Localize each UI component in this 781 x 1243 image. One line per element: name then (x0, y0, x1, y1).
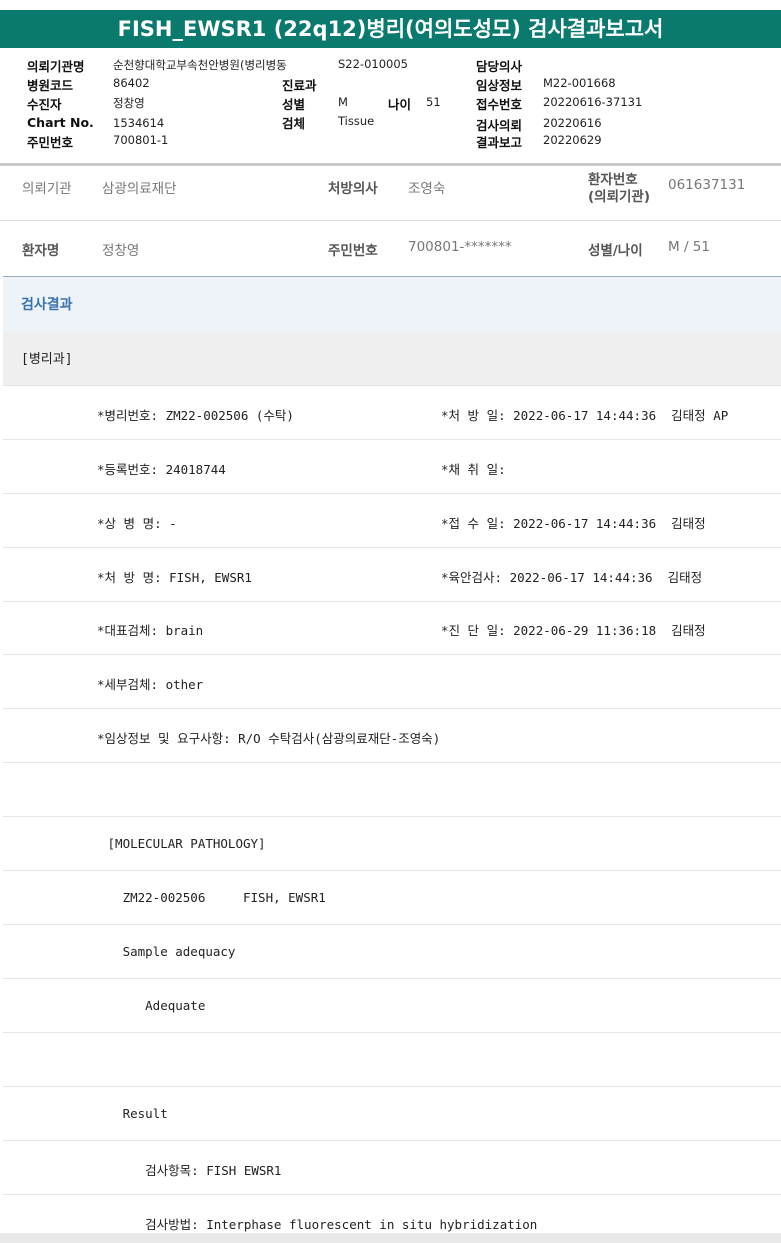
ward-value: S22-010005 (338, 57, 408, 71)
sex-value: M (338, 95, 348, 109)
result-row: *병리번호: ZM22-002506 (수탁) *처 방 일: 2022-06-… (3, 386, 781, 440)
receipt-label: 접수번호 (476, 97, 523, 112)
recipient-label: 수진자 (27, 97, 62, 112)
info-row-2: 환자명 정창영 주민번호 700801-******* 성별/나이 M / 51 (0, 221, 781, 275)
report-line: ZM22-002506 FISH, EWSR1 (3, 871, 781, 925)
info-row-1: 의뢰기관 삼광의료재단 처방의사 조영숙 환자번호 (의뢰기관) 0616371… (0, 166, 781, 221)
report-line: 검사방법: Interphase fluorescent in situ hyb… (3, 1195, 781, 1233)
result-row: *상 병 명: - *접 수 일: 2022-06-17 14:44:36 김태… (3, 494, 781, 548)
chart-value: 1534614 (113, 116, 165, 130)
result-left-text: *세부검체: other (97, 677, 204, 692)
results-section-header: 검사결과 (3, 276, 781, 331)
report-value: 20220629 (543, 133, 602, 147)
result-row: *처 방 명: FISH, EWSR1 *육안검사: 2022-06-17 14… (3, 548, 781, 602)
info-resident-value: 700801-******* (408, 239, 512, 255)
patient-no-sublabel: (의뢰기관) (588, 189, 651, 205)
result-right-text: *처 방 일: 2022-06-17 14:44:36 김태정 AP (441, 408, 729, 423)
receipt-value: 20220616-37131 (543, 95, 643, 109)
result-left-text: *임상정보 및 요구사항: R/O 수탁검사(삼광의료재단-조영숙) (97, 731, 441, 746)
result-row: *등록번호: 24018744 *채 취 일: (3, 440, 781, 494)
agency-label: 의뢰기관 (22, 181, 72, 197)
info-resident-label: 주민번호 (328, 243, 378, 259)
hospital-code-label: 병원코드 (27, 78, 74, 93)
dept-row: [병리과] (3, 331, 781, 386)
prescriber-label: 처방의사 (328, 181, 378, 197)
prescriber-value: 조영숙 (408, 181, 446, 197)
recipient-value: 정창영 (113, 96, 145, 110)
results-section-title: 검사결과 (21, 297, 73, 313)
result-left-text: *처 방 명: FISH, EWSR1 (97, 570, 252, 585)
report-line: Result (3, 1087, 781, 1141)
request-value: 20220616 (543, 116, 602, 130)
report-line-text: [MOLECULAR PATHOLOGY] (100, 836, 266, 851)
chart-label: Chart No. (27, 115, 94, 130)
report-line (3, 1033, 781, 1087)
report-line-text: 검사항목: FISH EWSR1 (100, 1163, 282, 1178)
result-left-text: *상 병 명: - (97, 516, 177, 531)
result-left-text: *등록번호: 24018744 (97, 462, 226, 477)
dept-label: 진료과 (282, 78, 317, 93)
report-line: Sample adequacy (3, 925, 781, 979)
report-line: [MOLECULAR PATHOLOGY] (3, 817, 781, 871)
report-line-text: 검사방법: Interphase fluorescent in situ hyb… (100, 1217, 538, 1232)
org-label: 의뢰기관명 (27, 59, 85, 74)
patient-name-value: 정창영 (102, 243, 140, 259)
horizontal-scrollbar[interactable] (0, 1233, 781, 1243)
report-line: 검사항목: FISH EWSR1 (3, 1141, 781, 1195)
report-label: 결과보고 (476, 135, 523, 150)
agency-value: 삼광의료재단 (102, 181, 177, 197)
patient-no-value: 061637131 (668, 177, 746, 193)
report-line: Adequate (3, 979, 781, 1033)
result-right-text: *육안검사: 2022-06-17 14:44:36 김태정 (441, 570, 703, 585)
result-row: *세부검체: other (3, 655, 781, 709)
result-row: *임상정보 및 요구사항: R/O 수탁검사(삼광의료재단-조영숙) (3, 709, 781, 763)
resident-label: 주민번호 (27, 135, 74, 150)
age-label: 나이 (388, 97, 412, 112)
doctor-label: 담당의사 (476, 59, 523, 74)
specimen-label: 검체 (282, 116, 306, 131)
age-value: 51 (426, 95, 441, 109)
clinical-label: 임상정보 (476, 78, 523, 93)
specimen-value: Tissue (338, 114, 375, 128)
report-line-text: Result (100, 1106, 168, 1121)
org-value: 순천향대학교부속천안병원(병리병동 (113, 58, 287, 72)
result-right-text: *진 단 일: 2022-06-29 11:36:18 김태정 (441, 623, 706, 638)
report-line-text: Sample adequacy (100, 944, 236, 959)
sex-label: 성별 (282, 97, 306, 112)
dept-tag: [병리과] (21, 352, 73, 367)
clinical-value: M22-001668 (543, 76, 616, 90)
report-title: FISH_EWSR1 (22q12)병리(여의도성모) 검사결과보고서 (0, 10, 781, 48)
report-line-text: Adequate (100, 998, 206, 1013)
patient-name-label: 환자명 (22, 243, 60, 259)
report-line (3, 763, 781, 817)
sex-age-value: M / 51 (668, 239, 710, 255)
hospital-code-value: 86402 (113, 76, 150, 90)
result-row: *대표검체: brain *진 단 일: 2022-06-29 11:36:18… (3, 601, 781, 655)
result-left-text: *병리번호: ZM22-002506 (수탁) (97, 408, 294, 423)
result-right-text: *채 취 일: (441, 462, 506, 477)
result-left-text: *대표검체: brain (97, 623, 204, 638)
report-line-text: ZM22-002506 FISH, EWSR1 (100, 890, 326, 905)
sex-age-label: 성별/나이 (588, 243, 643, 259)
result-right-text: *접 수 일: 2022-06-17 14:44:36 김태정 (441, 516, 706, 531)
resident-value: 700801-1 (113, 133, 169, 147)
